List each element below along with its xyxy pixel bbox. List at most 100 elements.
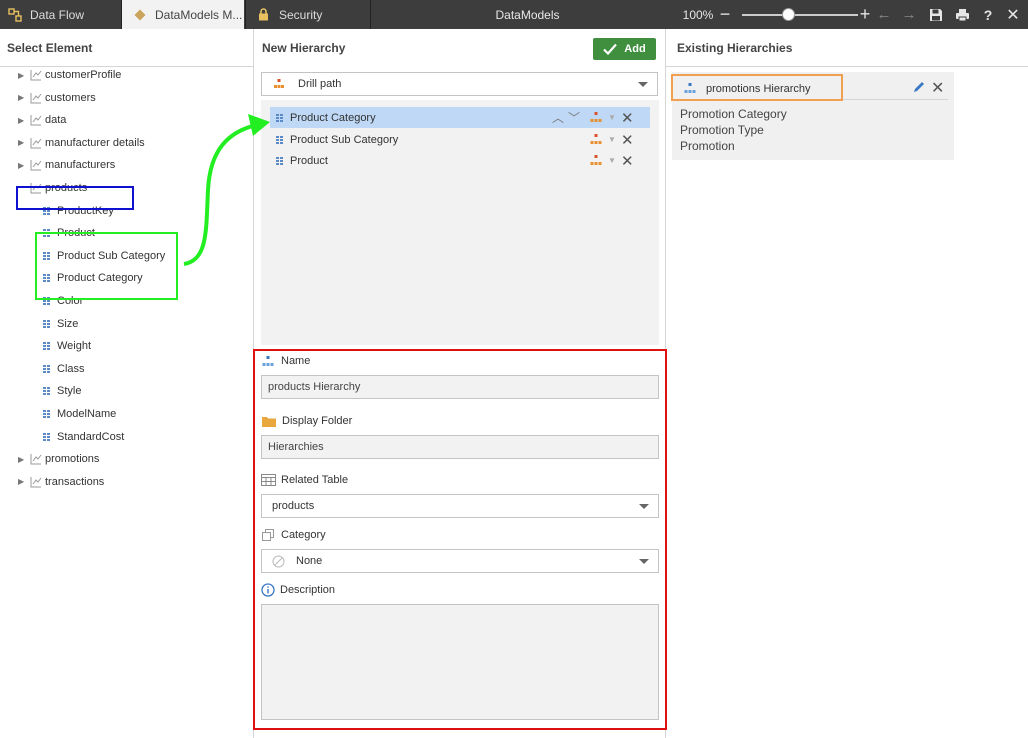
remove-level-icon[interactable]: ✕ [621,129,634,150]
level-type-icon[interactable] [590,150,602,171]
tree-item-column[interactable]: Weight [43,336,91,356]
existing-hierarchies-panel: Existing Hierarchies promotions Hierarch… [666,29,1028,738]
tree-item-table[interactable]: ▶ customerProfile [18,65,121,85]
tree-item-label: ModelName [57,408,117,420]
tree-item-label: Size [57,317,79,330]
edit-icon[interactable] [912,80,926,94]
table-icon [30,476,44,488]
tree-item-label: manufacturer details [45,136,145,149]
level-type-dropdown-icon[interactable]: ▼ [608,107,616,128]
hierarchy-level-row[interactable]: Product Sub Category ▼ ✕ [270,129,650,150]
move-up-icon[interactable]: ︿ [552,107,564,128]
caret-right-icon[interactable]: ▶ [18,116,30,125]
tab-label: Security [279,7,323,22]
tree-item-label: promotions [45,453,100,466]
tree-item-column[interactable]: Style [43,381,81,401]
tree-item-table[interactable]: ▶ promotions [18,449,99,469]
column-icon [43,432,50,441]
tree-item-table[interactable]: ▶ transactions [18,472,104,492]
save-icon[interactable] [926,0,946,29]
tab-data-flow[interactable]: Data Flow [0,0,121,29]
redo-icon[interactable]: → [899,0,919,29]
hierarchy-level-row[interactable]: Product ▼ ✕ [270,150,650,171]
tree-item-table[interactable]: ▶ data [18,110,66,130]
zoom-slider-track[interactable] [742,14,858,16]
zoom-level: 100% [682,7,714,22]
add-button[interactable]: Add [593,38,656,60]
caret-right-icon[interactable]: ▶ [18,455,30,464]
annotation-box-products [16,186,134,210]
annotation-box-existing [671,74,843,101]
annotation-arrow [183,114,270,266]
tree-item-label: Class [57,362,85,375]
tree-item-label: transactions [45,475,105,488]
tree-item-label: customers [45,91,96,104]
add-button-label: Add [624,43,646,55]
hierarchy-level: Promotion Category [680,107,787,121]
close-icon[interactable]: ✕ [1004,0,1022,29]
level-type-icon[interactable] [590,129,602,150]
table-icon [30,92,44,104]
table-icon [30,137,44,149]
tree-item-label: StandardCost [57,430,125,443]
caret-right-icon[interactable]: ▶ [18,138,30,147]
zoom-out-icon[interactable]: − [717,0,733,29]
caret-right-icon[interactable]: ▶ [18,93,30,102]
panel-header: Select Element [0,29,253,67]
print-icon[interactable] [952,0,972,29]
annotation-box-form [253,349,667,730]
column-icon [43,319,50,328]
lock-icon [258,8,269,21]
tree-item-table[interactable]: ▶ manufacturer details [18,133,145,153]
column-icon [43,342,50,351]
hierarchy-levels-list: Product Category ︿ ﹀ ▼ ✕ Product Sub Category… [261,100,659,345]
tree-item-table[interactable]: ▶ manufacturers [18,155,115,175]
tree-item-column[interactable]: Class [43,359,85,379]
level-type-dropdown-icon[interactable]: ▼ [608,150,616,171]
delete-icon[interactable]: ✕ [931,78,944,98]
move-down-icon[interactable]: ﹀ [568,107,580,128]
tab-security[interactable]: Security [246,0,370,29]
table-icon [30,159,44,171]
caret-right-icon[interactable]: ▶ [18,71,30,80]
panel-header: Existing Hierarchies [666,29,1028,67]
remove-level-icon[interactable]: ✕ [621,150,634,171]
tree-item-column[interactable]: ModelName [43,404,116,424]
zoom-slider-thumb[interactable] [782,8,795,21]
caret-right-icon[interactable]: ▶ [18,161,30,170]
hierarchy-level-row[interactable]: Product Category ︿ ﹀ ▼ ✕ [270,107,650,128]
tab-label: DataModels M... [155,7,243,22]
checkmark-icon [603,43,618,55]
level-type-dropdown-icon[interactable]: ▼ [608,129,616,150]
tree-item-label: Style [57,385,82,398]
tree-item-table[interactable]: ▶ customers [18,88,96,108]
remove-level-icon[interactable]: ✕ [621,107,634,128]
hierarchy-level-label: Product Sub Category [290,133,399,146]
tree-item-label: data [45,114,67,127]
caret-right-icon[interactable]: ▶ [18,477,30,486]
hierarchy-level: Promotion [680,139,735,153]
tree-item-column[interactable]: StandardCost [43,427,124,447]
level-type-icon[interactable] [590,107,602,128]
help-icon[interactable]: ? [979,0,997,29]
dropdown-value: Drill path [298,78,342,90]
undo-icon[interactable]: ← [874,0,894,29]
tree-item-label: manufacturers [45,159,116,172]
zoom-in-icon[interactable]: + [856,0,874,29]
column-icon [43,364,50,373]
tree-item-label: Weight [57,340,92,353]
top-bar: Data Flow DataModels M... Security DataM… [0,0,1028,29]
tree-item-column[interactable]: Size [43,314,78,334]
table-icon [30,69,44,81]
column-icon [43,387,50,396]
table-icon [30,114,44,126]
table-icon [30,453,44,465]
hierarchy-type-dropdown[interactable]: Drill path [261,72,658,96]
tree-item-label: customerProfile [45,69,122,81]
column-icon [43,410,50,418]
hierarchy-level-label: Product Category [290,111,376,124]
datamodels-icon [134,9,146,21]
window-title: DataModels [495,7,560,22]
hierarchy-level-label: Product [290,154,328,167]
tab-datamodels[interactable]: DataModels M... [122,0,244,29]
